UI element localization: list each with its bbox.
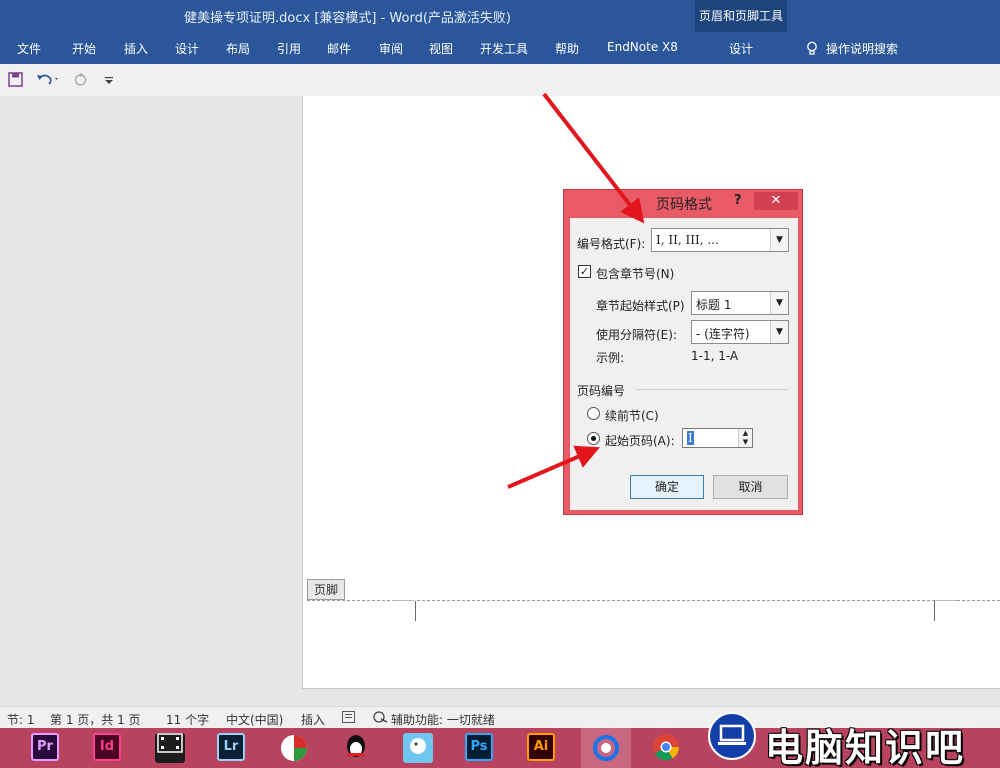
lightbulb-icon [807,41,817,55]
qq-icon[interactable] [341,733,371,763]
tab-view[interactable]: 视图 [429,40,453,57]
status-page[interactable]: 第 1 页，共 1 页 [50,711,141,728]
spin-down-icon[interactable]: ▼ [738,438,752,447]
status-accessibility[interactable]: 辅助功能: 一切就绪 [391,711,495,728]
status-section[interactable]: 节: 1 [7,711,35,728]
page-numbering-group-label: 页码编号 [577,384,626,398]
page-number-format-dialog: 页码格式 ? ✕ 编号格式(F): I, II, III, ... ▼ ✓ 包含… [563,189,803,515]
start-at-label: 起始页码(A): [605,434,675,448]
tab-file[interactable]: 文件 [17,40,41,57]
tab-header-footer-design[interactable]: 设计 [695,40,787,57]
bird-app-icon[interactable] [403,733,433,763]
separator-label: 使用分隔符(E): [596,328,677,342]
tab-developer[interactable]: 开发工具 [480,40,528,57]
spin-up-icon[interactable]: ▲ [738,429,752,438]
premiere-icon[interactable]: Pr [31,733,59,761]
crop-mark-left [415,601,416,621]
status-language[interactable]: 中文(中国) [226,711,283,728]
macro-record-icon[interactable] [342,711,355,726]
quick-access-toolbar [0,64,1000,96]
example-label: 示例: [596,351,625,365]
indesign-icon[interactable]: Id [93,733,121,761]
watermark-logo-icon [708,712,756,760]
include-chapter-label: 包含章节号(N) [596,267,675,281]
example-value: 1-1, 1-A [691,349,739,363]
context-group-title: 页眉和页脚工具 [698,9,783,23]
tell-me-label: 操作说明搜索 [826,42,899,56]
accessibility-icon[interactable] [372,711,388,726]
separator-select[interactable]: - (连字符) ▼ [691,320,789,344]
chapter-style-select[interactable]: 标题 1 ▼ [691,291,789,315]
tab-layout[interactable]: 布局 [226,40,250,57]
status-mode[interactable]: 插入 [301,711,325,728]
number-format-value: I, II, III, ... [656,233,719,247]
customize-qat-icon[interactable] [104,72,114,90]
crop-mark-right-h [935,600,957,601]
tell-me-search[interactable]: 操作说明搜索 [806,40,898,57]
footer-tag: 页脚 [307,579,346,600]
ok-button[interactable]: 确定 [630,475,704,499]
tab-home[interactable]: 开始 [72,40,96,57]
start-at-radio[interactable] [587,432,600,445]
start-at-value: I [687,431,694,445]
group-divider [636,389,788,390]
status-words[interactable]: 11 个字 [166,711,209,728]
dialog-body: 编号格式(F): I, II, III, ... ▼ ✓ 包含章节号(N) 章节… [570,218,798,510]
photoshop-icon[interactable]: Ps [465,733,493,761]
status-bar: 节: 1 第 1 页，共 1 页 11 个字 中文(中国) 插入 辅助功能: 一… [0,706,1000,728]
tab-review[interactable]: 审阅 [379,40,403,57]
start-at-input[interactable]: I ▲ ▼ [682,428,753,448]
continue-label: 续前节(C) [605,409,659,423]
tab-mailings[interactable]: 邮件 [327,40,351,57]
tab-insert[interactable]: 插入 [124,40,148,57]
lightroom-icon[interactable]: Lr [217,733,245,761]
chrome-icon[interactable] [651,733,681,763]
chapter-style-label: 章节起始样式(P) [596,299,685,313]
browser-active-icon[interactable] [581,728,631,768]
colorful-app-icon[interactable] [279,733,309,763]
tab-endnote[interactable]: EndNote X8 [607,40,678,54]
tab-help[interactable]: 帮助 [555,40,579,57]
cancel-button[interactable]: 取消 [713,475,788,499]
redo-icon[interactable] [73,72,88,90]
crop-mark-right [934,601,935,621]
continue-radio[interactable] [587,407,600,420]
tab-design[interactable]: 设计 [175,40,199,57]
chevron-down-icon: ▼ [770,292,788,314]
title-bar: 健美操专项证明.docx [兼容模式] - Word(产品激活失败) [0,0,1000,32]
close-icon[interactable]: ✕ [754,192,798,210]
illustrator-icon[interactable]: Ai [527,733,555,761]
number-format-select[interactable]: I, II, III, ... ▼ [651,228,789,252]
chevron-down-icon: ▼ [770,321,788,343]
watermark-text: 电脑知识吧 [765,726,966,768]
chevron-down-icon: ▼ [770,229,788,251]
window-title: 健美操专项证明.docx [兼容模式] - Word(产品激活失败) [184,11,511,26]
undo-icon[interactable] [36,72,60,90]
tab-references[interactable]: 引用 [277,40,301,57]
help-icon[interactable]: ? [734,193,742,208]
video-editor-icon[interactable] [155,733,185,763]
separator-value: - (连字符) [696,327,750,341]
include-chapter-checkbox[interactable]: ✓ [578,265,591,278]
save-icon[interactable] [8,72,23,90]
number-format-label: 编号格式(F): [577,237,646,251]
crop-mark-left-h [393,600,415,601]
chapter-style-value: 标题 1 [696,298,732,312]
document-area: 页脚 [0,96,1000,706]
